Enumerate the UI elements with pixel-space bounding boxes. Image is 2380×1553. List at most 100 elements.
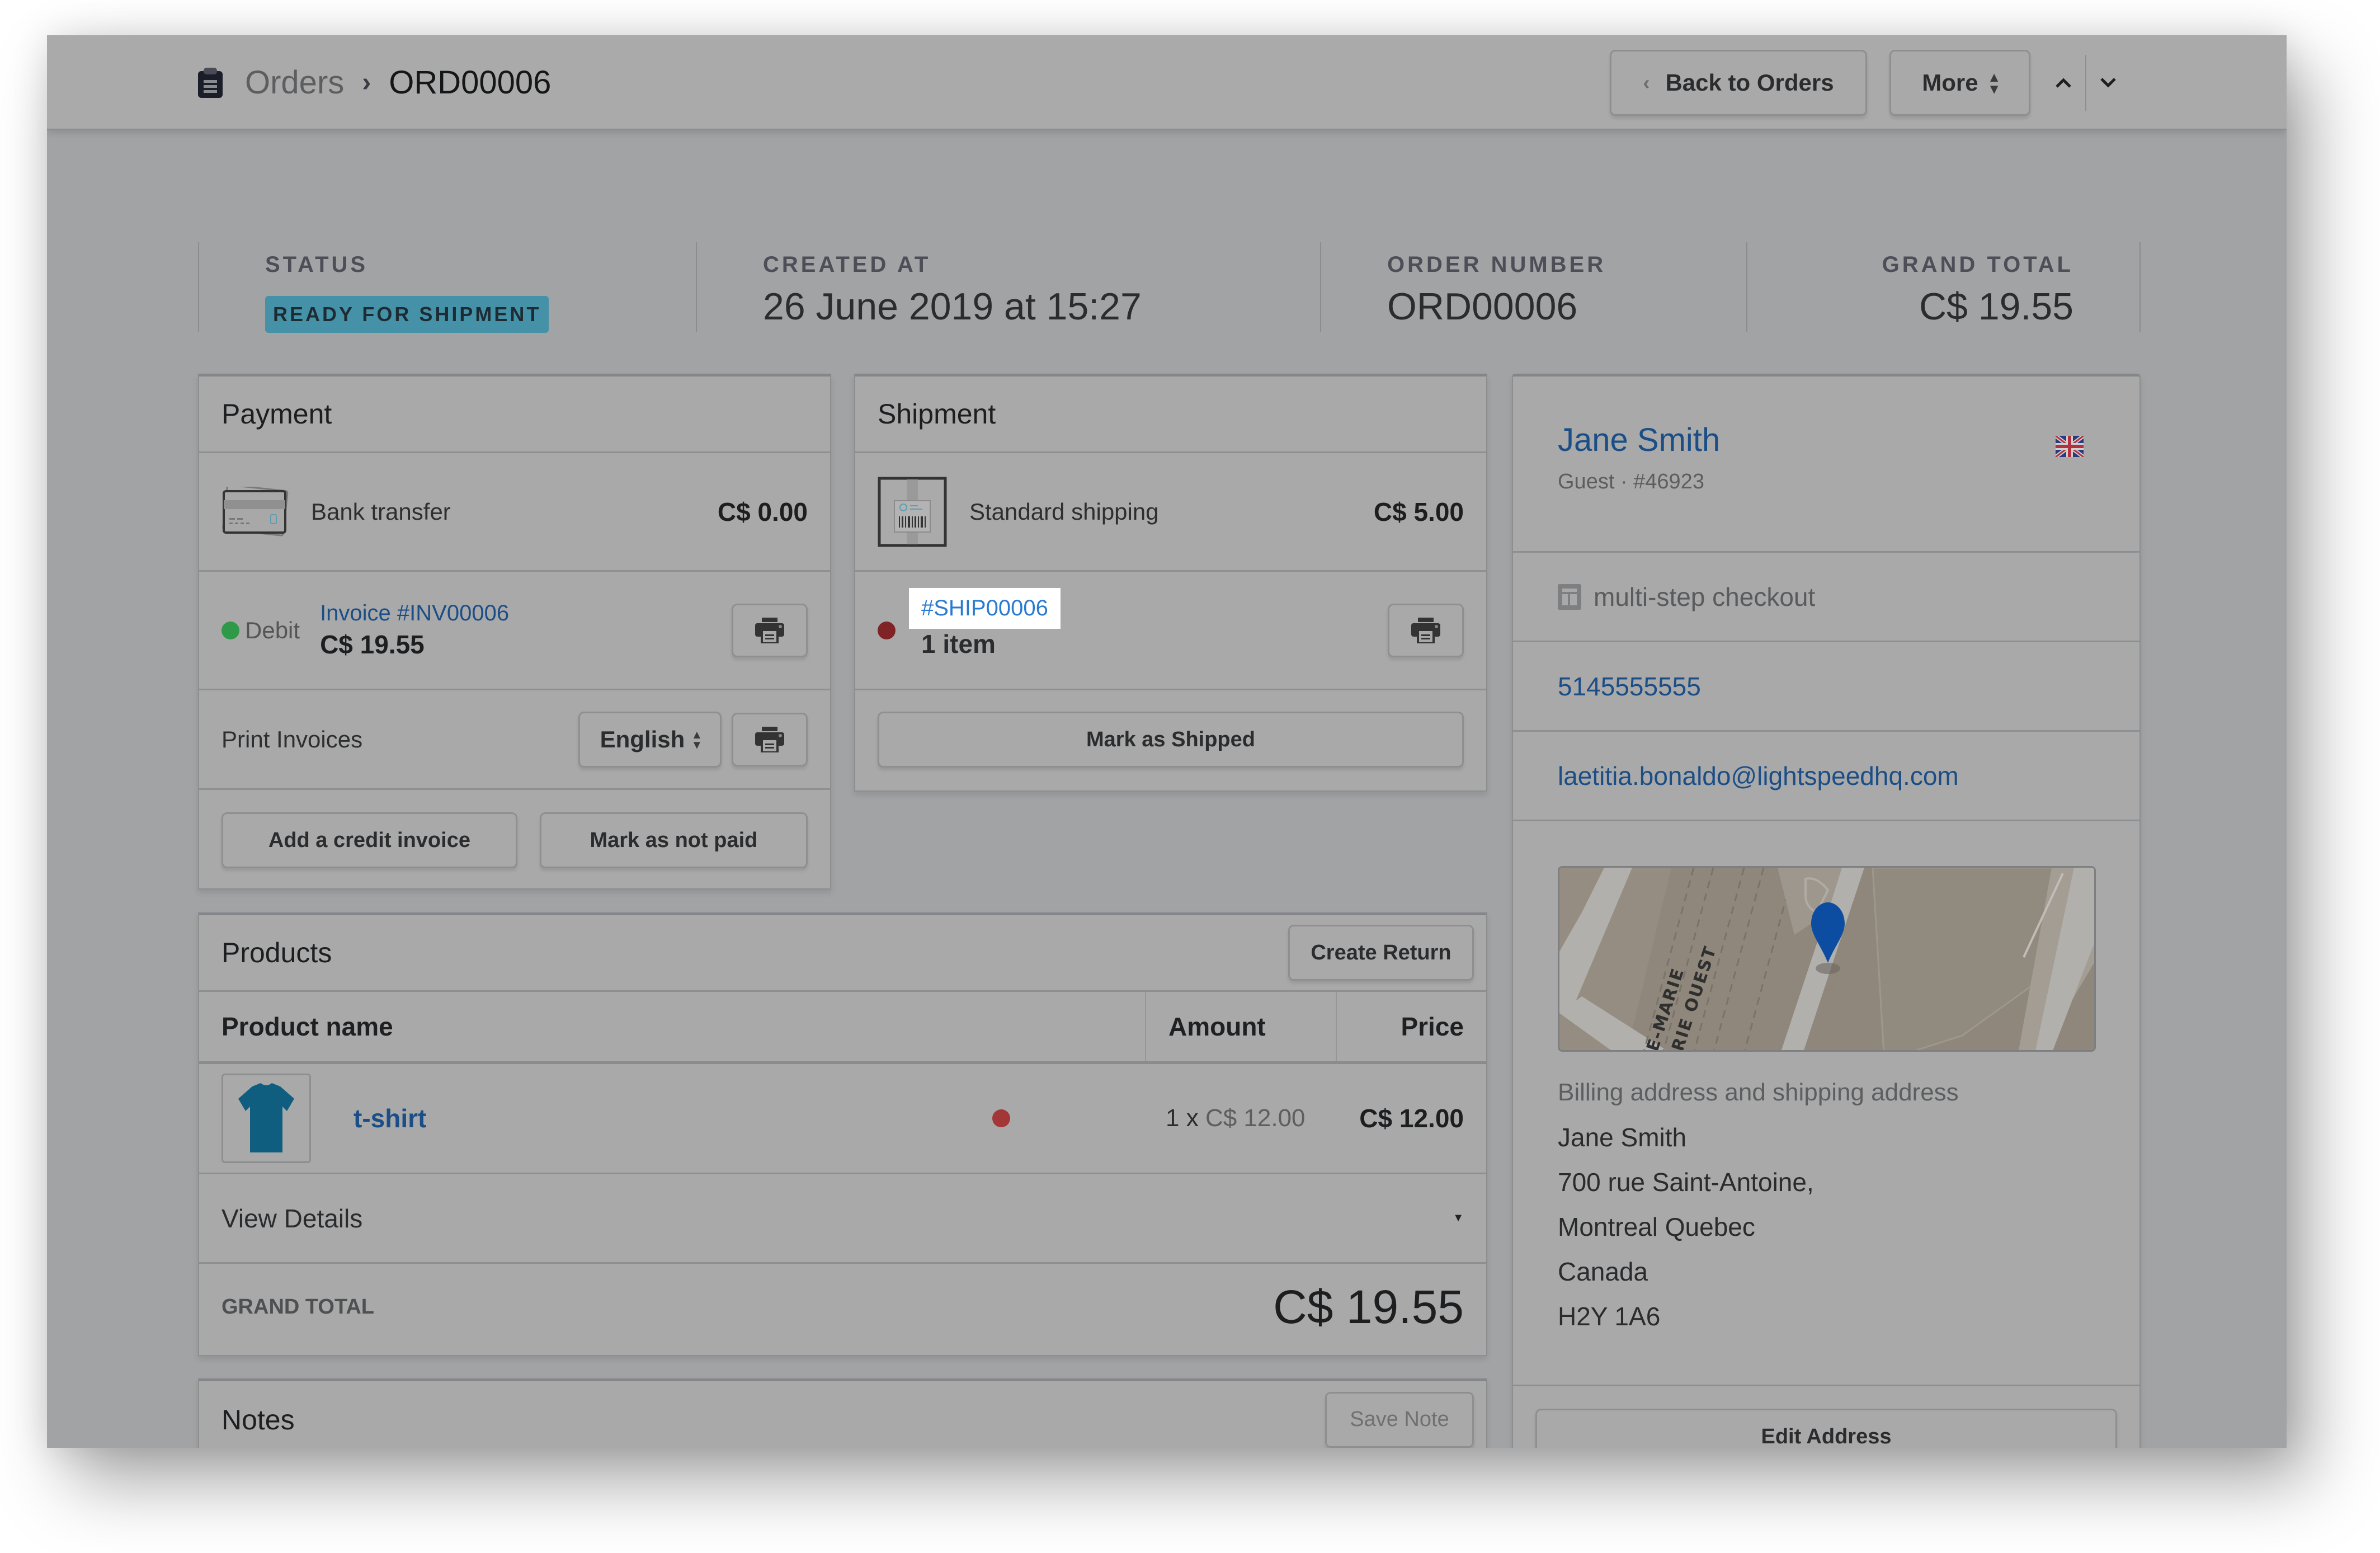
product-quantity: 1 x C$ 12.00: [1166, 1104, 1306, 1132]
table-row: t-shirt 1 x C$ 12.00 C$ 12.00: [199, 1064, 1486, 1174]
customer-subtitle: Guest · #46923: [1558, 470, 1704, 493]
checkout-layout-icon: [1558, 583, 1581, 610]
stat-order-number: ORDER NUMBER ORD00006: [1320, 242, 1746, 332]
clipboard-icon: [198, 67, 223, 98]
product-name-link[interactable]: t-shirt: [354, 1103, 426, 1133]
sort-arrows-icon: ▴ ▾: [1990, 68, 1998, 97]
chevron-up-icon: [2056, 77, 2071, 88]
address-section: E-MARIE RIE OUEST Billing address and sh…: [1513, 821, 2139, 1386]
debit-label: Debit: [245, 617, 300, 643]
products-header: Products Create Return: [199, 915, 1486, 992]
printer-icon: [1411, 617, 1440, 643]
add-credit-invoice-button[interactable]: Add a credit invoice: [221, 812, 517, 868]
back-to-orders-button[interactable]: ‹ Back to Orders: [1610, 49, 1867, 116]
location-map[interactable]: E-MARIE RIE OUEST: [1558, 866, 2096, 1052]
payment-method-row: Bank transfer C$ 0.00: [199, 453, 830, 572]
print-invoice-button[interactable]: [732, 603, 808, 657]
created-at-label: CREATED AT: [763, 252, 931, 277]
notes-header: Notes Save Note: [199, 1381, 1486, 1448]
shipment-item-row: #SHIP00006 1 item: [855, 572, 1486, 690]
breadcrumb-current: ORD00006: [389, 64, 552, 101]
mark-not-paid-button[interactable]: Mark as not paid: [539, 812, 808, 868]
uk-flag-icon: [2054, 434, 2085, 459]
shipping-method-name: Standard shipping: [969, 498, 1159, 525]
customer-name-link[interactable]: Jane Smith: [1558, 421, 1720, 459]
payment-method-name: Bank transfer: [311, 498, 451, 525]
address-block: Billing address and shipping address Jan…: [1558, 1070, 1959, 1339]
grand-total-row: GRAND TOTAL C$ 19.55: [199, 1264, 1486, 1350]
breadcrumb: Orders › ORD00006: [198, 35, 551, 130]
edit-address-button[interactable]: Edit Address: [1535, 1409, 2117, 1448]
column-product-name[interactable]: Product name: [199, 992, 1145, 1061]
grand-total-value: C$ 19.55: [1919, 285, 2073, 328]
payment-actions: Add a credit invoice Mark as not paid: [199, 790, 830, 868]
map-frame: E-MARIE RIE OUEST: [1558, 866, 2096, 1052]
chevron-left-icon: ‹: [1643, 70, 1650, 94]
customer-header: Jane Smith Guest · #46923: [1513, 377, 2139, 553]
customer-card: Jane Smith Guest · #46923 multi-step che…: [1512, 374, 2141, 1448]
language-select[interactable]: English ▴ ▾: [578, 711, 722, 768]
payment-card: Payment Bank transfer C$ 0.00 Debit Invo…: [198, 374, 831, 890]
shipping-method-amount: C$ 5.00: [1373, 497, 1464, 526]
previous-order-button[interactable]: [2042, 55, 2085, 111]
address-line: H2Y 1A6: [1558, 1302, 1661, 1331]
products-table-header: Product name Amount Price: [199, 992, 1486, 1064]
order-number-value: ORD00006: [1387, 285, 1578, 328]
checkout-type: multi-step checkout: [1594, 582, 1816, 611]
address-heading: Billing address and shipping address: [1558, 1079, 1959, 1106]
create-return-button[interactable]: Create Return: [1288, 925, 1474, 981]
notes-card: Notes Save Note: [198, 1378, 1487, 1448]
product-unit-price: C$ 12.00: [1205, 1104, 1306, 1132]
save-note-button[interactable]: Save Note: [1325, 1391, 1474, 1448]
product-stock-status-dot: [992, 1109, 1010, 1127]
next-order-button[interactable]: [2086, 55, 2130, 111]
invoice-link[interactable]: Invoice #INV00006: [320, 601, 509, 626]
invoice-amount: C$ 19.55: [320, 630, 425, 659]
top-bar: Orders › ORD00006 ‹ Back to Orders More …: [47, 35, 2287, 130]
credit-card-icon: [221, 483, 289, 537]
products-title: Products: [221, 937, 332, 968]
t-shirt-icon: [238, 1083, 294, 1152]
invoice-row: Debit Invoice #INV00006 C$ 19.55: [199, 572, 830, 690]
payment-header: Payment: [199, 377, 830, 453]
print-invoices-button[interactable]: [732, 712, 808, 766]
language-selected: English: [600, 726, 685, 752]
back-to-orders-label: Back to Orders: [1665, 69, 1834, 96]
grand-total-label: GRAND TOTAL: [1882, 252, 2073, 277]
phone-row: 5145555555: [1513, 642, 2139, 732]
order-number-label: ORDER NUMBER: [1387, 252, 1606, 277]
address-line: Montreal Quebec: [1558, 1212, 1755, 1241]
customer-phone-link[interactable]: 5145555555: [1558, 671, 1701, 702]
order-detail-window: Orders › ORD00006 ‹ Back to Orders More …: [47, 35, 2287, 1448]
view-details-toggle[interactable]: View Details ▼: [199, 1174, 1486, 1264]
stat-status: STATUS READY FOR SHIPMENT: [198, 242, 696, 333]
breadcrumb-orders-link[interactable]: Orders: [245, 64, 344, 101]
top-actions: ‹ Back to Orders More ▴ ▾: [1610, 35, 2130, 130]
shipping-method-row: Standard shipping C$ 5.00: [855, 453, 1486, 572]
status-label: STATUS: [265, 252, 369, 277]
order-summary-stats: STATUS READY FOR SHIPMENT CREATED AT 26 …: [198, 242, 2141, 333]
print-invoices-label: Print Invoices: [221, 726, 363, 752]
address-line: Canada: [1558, 1257, 1648, 1286]
created-at-value: 26 June 2019 at 15:27: [763, 285, 1142, 328]
status-badge: READY FOR SHIPMENT: [265, 296, 549, 333]
payment-title: Payment: [221, 398, 332, 430]
customer-actions: Edit Address: [1513, 1386, 2139, 1448]
customer-email-link[interactable]: laetitia.bonaldo@lightspeedhq.com: [1558, 761, 1959, 791]
mark-as-shipped-button[interactable]: Mark as Shipped: [878, 712, 1464, 768]
print-packing-slip-button[interactable]: [1388, 603, 1464, 657]
email-row: laetitia.bonaldo@lightspeedhq.com: [1513, 732, 2139, 821]
products-grand-total-value: C$ 19.55: [1273, 1281, 1464, 1333]
product-thumbnail[interactable]: [221, 1074, 311, 1163]
shipment-link[interactable]: #SHIP00006: [909, 588, 1061, 629]
more-dropdown[interactable]: More ▴ ▾: [1889, 49, 2030, 116]
shipment-header: Shipment: [855, 377, 1486, 453]
column-price[interactable]: Price: [1336, 992, 1486, 1061]
shipment-info: #SHIP00006 1 item: [909, 588, 1061, 659]
stat-created-at: CREATED AT 26 June 2019 at 15:27: [696, 242, 1320, 332]
shipment-status-dot: [878, 621, 896, 639]
shipment-item-count: 1 item: [921, 629, 996, 658]
map-image: E-MARIE RIE OUEST: [1559, 868, 2094, 1050]
column-amount[interactable]: Amount: [1145, 992, 1336, 1061]
stat-grand-total: GRAND TOTAL C$ 19.55: [1746, 242, 2141, 332]
